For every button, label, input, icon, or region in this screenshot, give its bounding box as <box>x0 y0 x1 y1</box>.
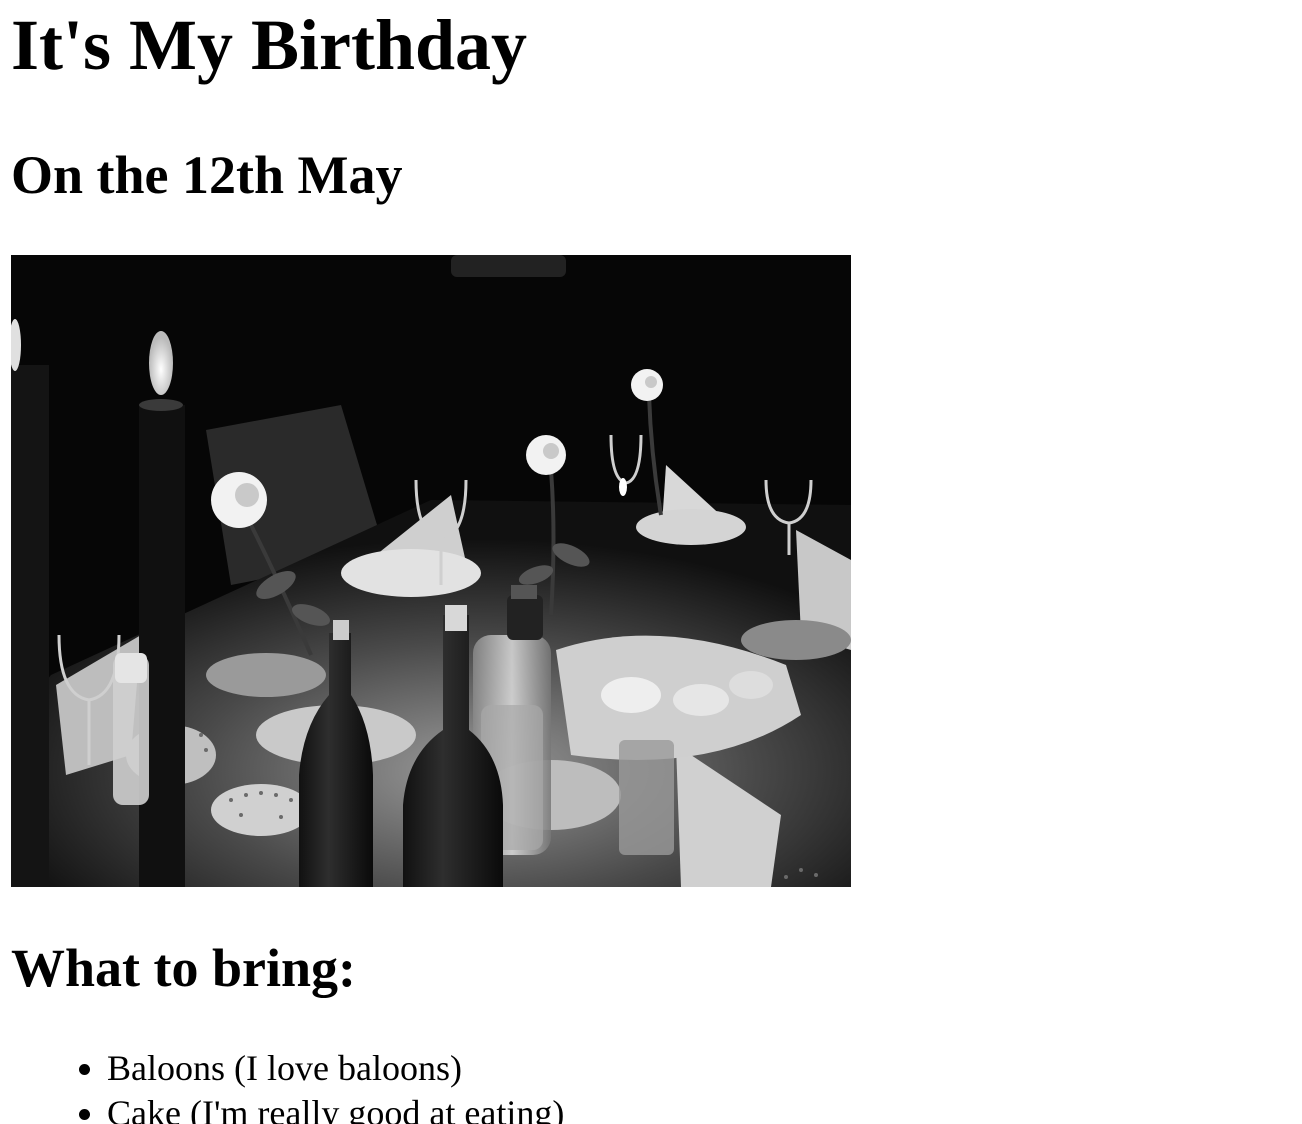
party-table-illustration <box>11 255 851 887</box>
page-title: It's My Birthday <box>11 5 528 85</box>
party-table-photo <box>11 255 851 887</box>
date-heading: On the 12th May <box>11 145 403 205</box>
bring-list: Baloons (I love baloons) Cake (I'm reall… <box>11 1046 564 1124</box>
list-item: Cake (I'm really good at eating) <box>107 1091 564 1124</box>
list-item: Baloons (I love baloons) <box>107 1046 564 1091</box>
what-to-bring-heading: What to bring: <box>11 938 357 998</box>
